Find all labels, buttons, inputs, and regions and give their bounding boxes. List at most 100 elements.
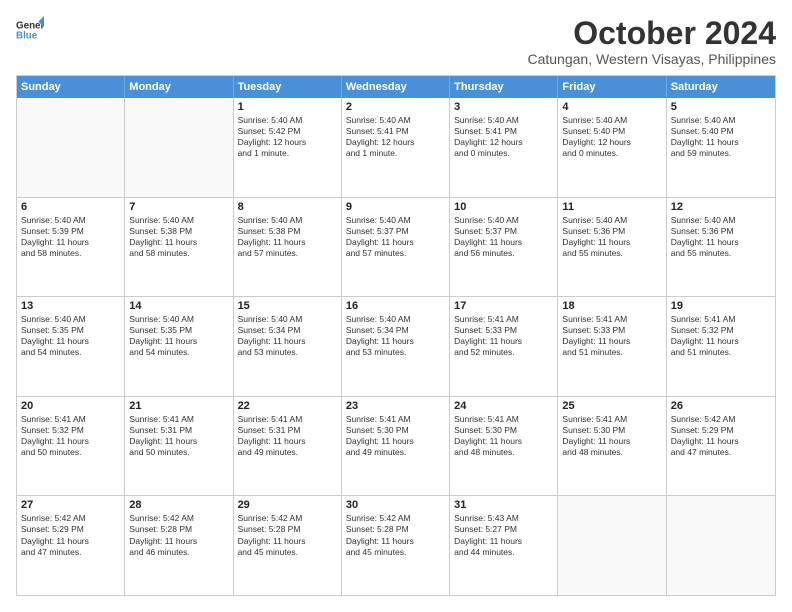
- day-number: 22: [238, 400, 337, 412]
- cell-text: Sunrise: 5:40 AM Sunset: 5:40 PM Dayligh…: [671, 115, 771, 159]
- cell-text: Sunrise: 5:41 AM Sunset: 5:32 PM Dayligh…: [21, 414, 120, 458]
- day-number: 26: [671, 400, 771, 412]
- calendar-cell: 5 Sunrise: 5:40 AM Sunset: 5:40 PM Daylig…: [667, 98, 775, 197]
- calendar-cell: 6Sunrise: 5:40 AM Sunset: 5:39 PM Daylig…: [17, 198, 125, 297]
- cell-text: Sunrise: 5:40 AM Sunset: 5:35 PM Dayligh…: [129, 314, 228, 358]
- cell-text: Sunrise: 5:40 AM Sunset: 5:34 PM Dayligh…: [238, 314, 337, 358]
- day-number: 31: [454, 499, 553, 511]
- cell-text: Sunrise: 5:41 AM Sunset: 5:31 PM Dayligh…: [129, 414, 228, 458]
- cell-text: Sunrise: 5:40 AM Sunset: 5:39 PM Dayligh…: [21, 215, 120, 259]
- calendar-cell: [667, 496, 775, 595]
- day-number: 8: [238, 201, 337, 213]
- calendar-cell: 22 Sunrise: 5:41 AM Sunset: 5:31 PM Dayli…: [234, 397, 342, 496]
- day-number: 19: [671, 300, 771, 312]
- calendar-cell: 28Sunrise: 5:42 AM Sunset: 5:28 PM Dayli…: [125, 496, 233, 595]
- calendar-row: 27Sunrise: 5:42 AM Sunset: 5:29 PM Dayli…: [17, 495, 775, 595]
- day-number: 1: [238, 101, 337, 113]
- day-number: 9: [346, 201, 445, 213]
- calendar-cell: 9 Sunrise: 5:40 AM Sunset: 5:37 PM Daylig…: [342, 198, 450, 297]
- cell-text: Sunrise: 5:41 AM Sunset: 5:33 PM Dayligh…: [454, 314, 553, 358]
- cell-text: Sunrise: 5:40 AM Sunset: 5:37 PM Dayligh…: [454, 215, 553, 259]
- day-number: 16: [346, 300, 445, 312]
- logo-icon: General Blue: [16, 16, 44, 44]
- calendar-cell: 29 Sunrise: 5:42 AM Sunset: 5:28 PM Dayli…: [234, 496, 342, 595]
- cell-text: Sunrise: 5:42 AM Sunset: 5:29 PM Dayligh…: [671, 414, 771, 458]
- calendar-header-cell: Wednesday: [342, 76, 450, 98]
- svg-text:Blue: Blue: [16, 30, 38, 41]
- calendar-cell: 8 Sunrise: 5:40 AM Sunset: 5:38 PM Daylig…: [234, 198, 342, 297]
- calendar-header-cell: Tuesday: [234, 76, 342, 98]
- day-number: 14: [129, 300, 228, 312]
- calendar-cell: 11 Sunrise: 5:40 AM Sunset: 5:36 PM Dayli…: [558, 198, 666, 297]
- calendar-cell: 30 Sunrise: 5:42 AM Sunset: 5:28 PM Dayli…: [342, 496, 450, 595]
- cell-text: Sunrise: 5:40 AM Sunset: 5:34 PM Dayligh…: [346, 314, 445, 358]
- cell-text: Sunrise: 5:40 AM Sunset: 5:36 PM Dayligh…: [671, 215, 771, 259]
- calendar-cell: [558, 496, 666, 595]
- calendar-cell: 27Sunrise: 5:42 AM Sunset: 5:29 PM Dayli…: [17, 496, 125, 595]
- day-number: 18: [562, 300, 661, 312]
- cell-text: Sunrise: 5:41 AM Sunset: 5:30 PM Dayligh…: [454, 414, 553, 458]
- day-number: 3: [454, 101, 553, 113]
- calendar-header-cell: Friday: [558, 76, 666, 98]
- cell-text: Sunrise: 5:40 AM Sunset: 5:38 PM Dayligh…: [238, 215, 337, 259]
- calendar-cell: 3Sunrise: 5:40 AM Sunset: 5:41 PM Daylig…: [450, 98, 558, 197]
- subtitle: Catungan, Western Visayas, Philippines: [527, 51, 776, 67]
- cell-text: Sunrise: 5:40 AM Sunset: 5:40 PM Dayligh…: [562, 115, 661, 159]
- calendar-cell: [17, 98, 125, 197]
- day-number: 28: [129, 499, 228, 511]
- header: General Blue October 2024 Catungan, West…: [16, 16, 776, 67]
- day-number: 4: [562, 101, 661, 113]
- calendar-cell: 10 Sunrise: 5:40 AM Sunset: 5:37 PM Dayli…: [450, 198, 558, 297]
- calendar-cell: 1 Sunrise: 5:40 AM Sunset: 5:42 PM Daylig…: [234, 98, 342, 197]
- cell-text: Sunrise: 5:40 AM Sunset: 5:42 PM Dayligh…: [238, 115, 337, 159]
- calendar-cell: 4 Sunrise: 5:40 AM Sunset: 5:40 PM Daylig…: [558, 98, 666, 197]
- calendar: SundayMondayTuesdayWednesdayThursdayFrid…: [16, 75, 776, 596]
- calendar-cell: 15 Sunrise: 5:40 AM Sunset: 5:34 PM Dayli…: [234, 297, 342, 396]
- cell-text: Sunrise: 5:42 AM Sunset: 5:29 PM Dayligh…: [21, 513, 120, 557]
- day-number: 24: [454, 400, 553, 412]
- day-number: 12: [671, 201, 771, 213]
- calendar-row: 6Sunrise: 5:40 AM Sunset: 5:39 PM Daylig…: [17, 197, 775, 297]
- page: General Blue October 2024 Catungan, West…: [0, 0, 792, 612]
- calendar-cell: [125, 98, 233, 197]
- main-title: October 2024: [527, 16, 776, 51]
- day-number: 29: [238, 499, 337, 511]
- calendar-cell: 17 Sunrise: 5:41 AM Sunset: 5:33 PM Dayli…: [450, 297, 558, 396]
- calendar-header-cell: Thursday: [450, 76, 558, 98]
- cell-text: Sunrise: 5:40 AM Sunset: 5:36 PM Dayligh…: [562, 215, 661, 259]
- calendar-header-cell: Saturday: [667, 76, 775, 98]
- calendar-cell: 21Sunrise: 5:41 AM Sunset: 5:31 PM Dayli…: [125, 397, 233, 496]
- cell-text: Sunrise: 5:40 AM Sunset: 5:37 PM Dayligh…: [346, 215, 445, 259]
- calendar-cell: 14 Sunrise: 5:40 AM Sunset: 5:35 PM Dayli…: [125, 297, 233, 396]
- calendar-cell: 12 Sunrise: 5:40 AM Sunset: 5:36 PM Dayli…: [667, 198, 775, 297]
- calendar-row: 13 Sunrise: 5:40 AM Sunset: 5:35 PM Dayli…: [17, 296, 775, 396]
- calendar-row: 20Sunrise: 5:41 AM Sunset: 5:32 PM Dayli…: [17, 396, 775, 496]
- cell-text: Sunrise: 5:43 AM Sunset: 5:27 PM Dayligh…: [454, 513, 553, 557]
- calendar-cell: 31 Sunrise: 5:43 AM Sunset: 5:27 PM Dayli…: [450, 496, 558, 595]
- calendar-cell: 23Sunrise: 5:41 AM Sunset: 5:30 PM Dayli…: [342, 397, 450, 496]
- cell-text: Sunrise: 5:41 AM Sunset: 5:30 PM Dayligh…: [346, 414, 445, 458]
- day-number: 10: [454, 201, 553, 213]
- day-number: 15: [238, 300, 337, 312]
- calendar-cell: 20Sunrise: 5:41 AM Sunset: 5:32 PM Dayli…: [17, 397, 125, 496]
- calendar-cell: 26 Sunrise: 5:42 AM Sunset: 5:29 PM Dayli…: [667, 397, 775, 496]
- day-number: 17: [454, 300, 553, 312]
- day-number: 5: [671, 101, 771, 113]
- calendar-row: 1 Sunrise: 5:40 AM Sunset: 5:42 PM Daylig…: [17, 98, 775, 197]
- calendar-body: 1 Sunrise: 5:40 AM Sunset: 5:42 PM Daylig…: [17, 98, 775, 595]
- day-number: 11: [562, 201, 661, 213]
- cell-text: Sunrise: 5:40 AM Sunset: 5:35 PM Dayligh…: [21, 314, 120, 358]
- cell-text: Sunrise: 5:41 AM Sunset: 5:33 PM Dayligh…: [562, 314, 661, 358]
- cell-text: Sunrise: 5:42 AM Sunset: 5:28 PM Dayligh…: [346, 513, 445, 557]
- cell-text: Sunrise: 5:41 AM Sunset: 5:32 PM Dayligh…: [671, 314, 771, 358]
- cell-text: Sunrise: 5:41 AM Sunset: 5:31 PM Dayligh…: [238, 414, 337, 458]
- calendar-cell: 2Sunrise: 5:40 AM Sunset: 5:41 PM Daylig…: [342, 98, 450, 197]
- calendar-header-row: SundayMondayTuesdayWednesdayThursdayFrid…: [17, 76, 775, 98]
- title-block: October 2024 Catungan, Western Visayas, …: [527, 16, 776, 67]
- calendar-cell: 25Sunrise: 5:41 AM Sunset: 5:30 PM Dayli…: [558, 397, 666, 496]
- day-number: 30: [346, 499, 445, 511]
- day-number: 13: [21, 300, 120, 312]
- cell-text: Sunrise: 5:42 AM Sunset: 5:28 PM Dayligh…: [238, 513, 337, 557]
- calendar-header-cell: Sunday: [17, 76, 125, 98]
- calendar-cell: 16 Sunrise: 5:40 AM Sunset: 5:34 PM Dayli…: [342, 297, 450, 396]
